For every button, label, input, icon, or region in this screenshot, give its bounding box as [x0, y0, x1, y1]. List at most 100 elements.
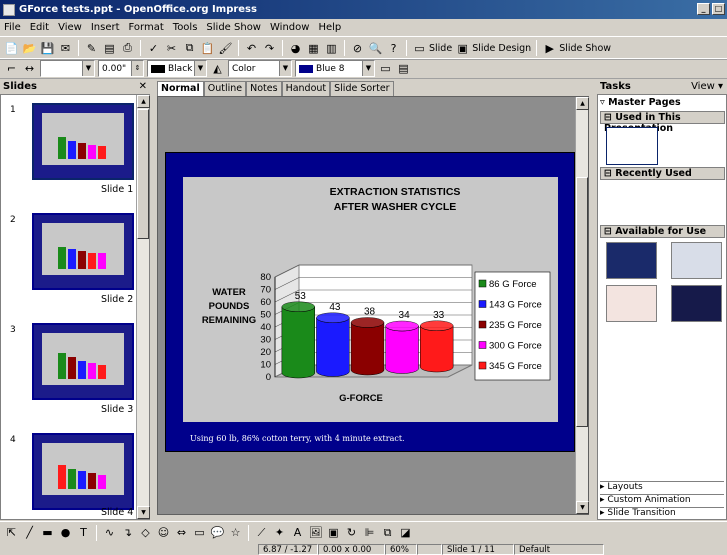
- slide-editor[interactable]: EXTRACTION STATISTICS AFTER WASHER CYCLE 0…: [157, 96, 589, 515]
- fontwork-icon[interactable]: A: [290, 525, 305, 540]
- spellcheck-icon[interactable]: ✓: [146, 41, 161, 56]
- slide-thumbnail-3[interactable]: [32, 323, 134, 400]
- menu-help[interactable]: Help: [318, 22, 341, 33]
- rectangle-icon[interactable]: ▬: [40, 525, 55, 540]
- arrange-icon[interactable]: ⧉: [380, 525, 395, 540]
- format-paintbrush-icon[interactable]: 🖌: [218, 41, 233, 56]
- menu-window[interactable]: Window: [270, 22, 309, 33]
- slides-scrollbar[interactable]: ▲ ▼: [136, 95, 150, 519]
- edit-file-icon[interactable]: ✎: [84, 41, 99, 56]
- menu-tools[interactable]: Tools: [173, 22, 198, 33]
- scroll-up-icon[interactable]: ▲: [137, 95, 150, 108]
- editor-scroll-down-icon[interactable]: ▼: [576, 501, 589, 514]
- navigator-icon[interactable]: ⊘: [350, 41, 365, 56]
- recently-used-header[interactable]: ⊟ Recently Used: [600, 167, 725, 180]
- basic-shapes-icon[interactable]: ◇: [138, 525, 153, 540]
- paste-icon[interactable]: 📋: [200, 41, 215, 56]
- rotate-icon[interactable]: ↻: [344, 525, 359, 540]
- menu-slide-show[interactable]: Slide Show: [206, 22, 261, 33]
- scroll-thumb[interactable]: [137, 109, 149, 239]
- points-icon[interactable]: ⟋: [254, 525, 269, 540]
- menu-format[interactable]: Format: [129, 22, 164, 33]
- text-icon[interactable]: T: [76, 525, 91, 540]
- line-color-select[interactable]: Black ▼: [147, 60, 207, 77]
- master-page-default[interactable]: [606, 127, 658, 165]
- chart-object[interactable]: EXTRACTION STATISTICS AFTER WASHER CYCLE 0…: [183, 177, 558, 422]
- select-icon[interactable]: ⇱: [4, 525, 19, 540]
- shadow-icon[interactable]: ▭: [378, 61, 393, 76]
- print-icon[interactable]: ⎙: [120, 41, 135, 56]
- alignment-icon[interactable]: ⊫: [362, 525, 377, 540]
- grid-icon[interactable]: ▥: [324, 41, 339, 56]
- menu-edit[interactable]: Edit: [30, 22, 49, 33]
- flowchart-icon[interactable]: ▭: [192, 525, 207, 540]
- slide-transition-section[interactable]: ▸ Slide Transition: [600, 507, 724, 518]
- used-in-presentation-header[interactable]: ⊟ Used in This Presentation: [600, 111, 725, 134]
- tab-slide-sorter[interactable]: Slide Sorter: [330, 81, 394, 96]
- pdf-icon[interactable]: ▤: [102, 41, 117, 56]
- email-icon[interactable]: ✉: [58, 41, 73, 56]
- line-style-icon[interactable]: ⌐: [4, 61, 19, 76]
- undo-icon[interactable]: ↶: [244, 41, 259, 56]
- master-page-3[interactable]: [606, 285, 657, 322]
- tab-notes[interactable]: Notes: [246, 81, 282, 96]
- tab-outline[interactable]: Outline: [203, 81, 247, 96]
- table-icon[interactable]: ▦: [306, 41, 321, 56]
- menu-file[interactable]: File: [4, 22, 21, 33]
- glue-points-icon[interactable]: ✦: [272, 525, 287, 540]
- copy-icon[interactable]: ⧉: [182, 41, 197, 56]
- area-color-select[interactable]: Blue 8 ▼: [295, 60, 375, 77]
- tab-handout[interactable]: Handout: [281, 81, 331, 96]
- connector-icon[interactable]: ↴: [120, 525, 135, 540]
- current-slide[interactable]: EXTRACTION STATISTICS AFTER WASHER CYCLE 0…: [165, 152, 575, 452]
- stars-icon[interactable]: ☆: [228, 525, 243, 540]
- menu-insert[interactable]: Insert: [91, 22, 120, 33]
- zoom-icon[interactable]: 🔍: [368, 41, 383, 56]
- help-icon[interactable]: ?: [386, 41, 401, 56]
- callouts-icon[interactable]: 💬: [210, 525, 225, 540]
- available-header[interactable]: ⊟ Available for Use: [600, 225, 725, 238]
- tab-normal[interactable]: Normal: [157, 81, 204, 96]
- symbol-shapes-icon[interactable]: ☺: [156, 525, 171, 540]
- line-style-select[interactable]: ▼: [40, 60, 95, 77]
- close-slides-panel-icon[interactable]: ✕: [139, 79, 147, 94]
- save-icon[interactable]: 💾: [40, 41, 55, 56]
- custom-animation-section[interactable]: ▸ Custom Animation: [600, 494, 724, 505]
- line-width-field[interactable]: 0.00" ⇕: [98, 60, 144, 77]
- area-style-select[interactable]: Color ▼: [228, 60, 292, 77]
- slide-design-button[interactable]: ▣ Slide Design: [455, 41, 531, 56]
- gallery-icon[interactable]: ▣: [326, 525, 341, 540]
- ellipse-icon[interactable]: ●: [58, 525, 73, 540]
- master-page-1[interactable]: [606, 242, 657, 279]
- minimize-button[interactable]: _: [697, 3, 710, 15]
- area-icon[interactable]: ◭: [210, 61, 225, 76]
- curve-icon[interactable]: ∿: [102, 525, 117, 540]
- from-file-icon[interactable]: 🖼: [308, 525, 323, 540]
- scroll-down-icon[interactable]: ▼: [137, 506, 150, 519]
- tasks-view-menu[interactable]: View ▾: [691, 79, 723, 94]
- slide-thumbnail-2[interactable]: [32, 213, 134, 290]
- slide-show-button[interactable]: ▶ Slide Show: [542, 41, 611, 56]
- master-page-2[interactable]: [671, 242, 722, 279]
- redo-icon[interactable]: ↷: [262, 41, 277, 56]
- line-icon[interactable]: ╱: [22, 525, 37, 540]
- slide-thumbnail-4[interactable]: [32, 433, 134, 510]
- arrow-style-icon[interactable]: ↔: [22, 61, 37, 76]
- menu-view[interactable]: View: [58, 22, 82, 33]
- open-icon[interactable]: 📂: [22, 41, 37, 56]
- slide-button[interactable]: ▭ Slide: [412, 41, 452, 56]
- editor-vscrollbar[interactable]: ▲ ▼: [575, 97, 589, 514]
- extrusion-icon[interactable]: ◪: [398, 525, 413, 540]
- properties-icon[interactable]: ▤: [396, 61, 411, 76]
- chart-icon[interactable]: ◕: [288, 41, 303, 56]
- editor-scroll-up-icon[interactable]: ▲: [576, 97, 589, 110]
- slide-thumbnail-1[interactable]: [32, 103, 134, 180]
- new-icon[interactable]: 📄: [4, 41, 19, 56]
- editor-scroll-thumb[interactable]: [576, 177, 588, 427]
- master-pages-header[interactable]: ▿ Master Pages: [600, 97, 681, 108]
- layouts-section[interactable]: ▸ Layouts: [600, 481, 724, 492]
- status-zoom[interactable]: 60%: [385, 543, 417, 555]
- master-page-4[interactable]: [671, 285, 722, 322]
- maximize-button[interactable]: □: [712, 3, 725, 15]
- cut-icon[interactable]: ✂: [164, 41, 179, 56]
